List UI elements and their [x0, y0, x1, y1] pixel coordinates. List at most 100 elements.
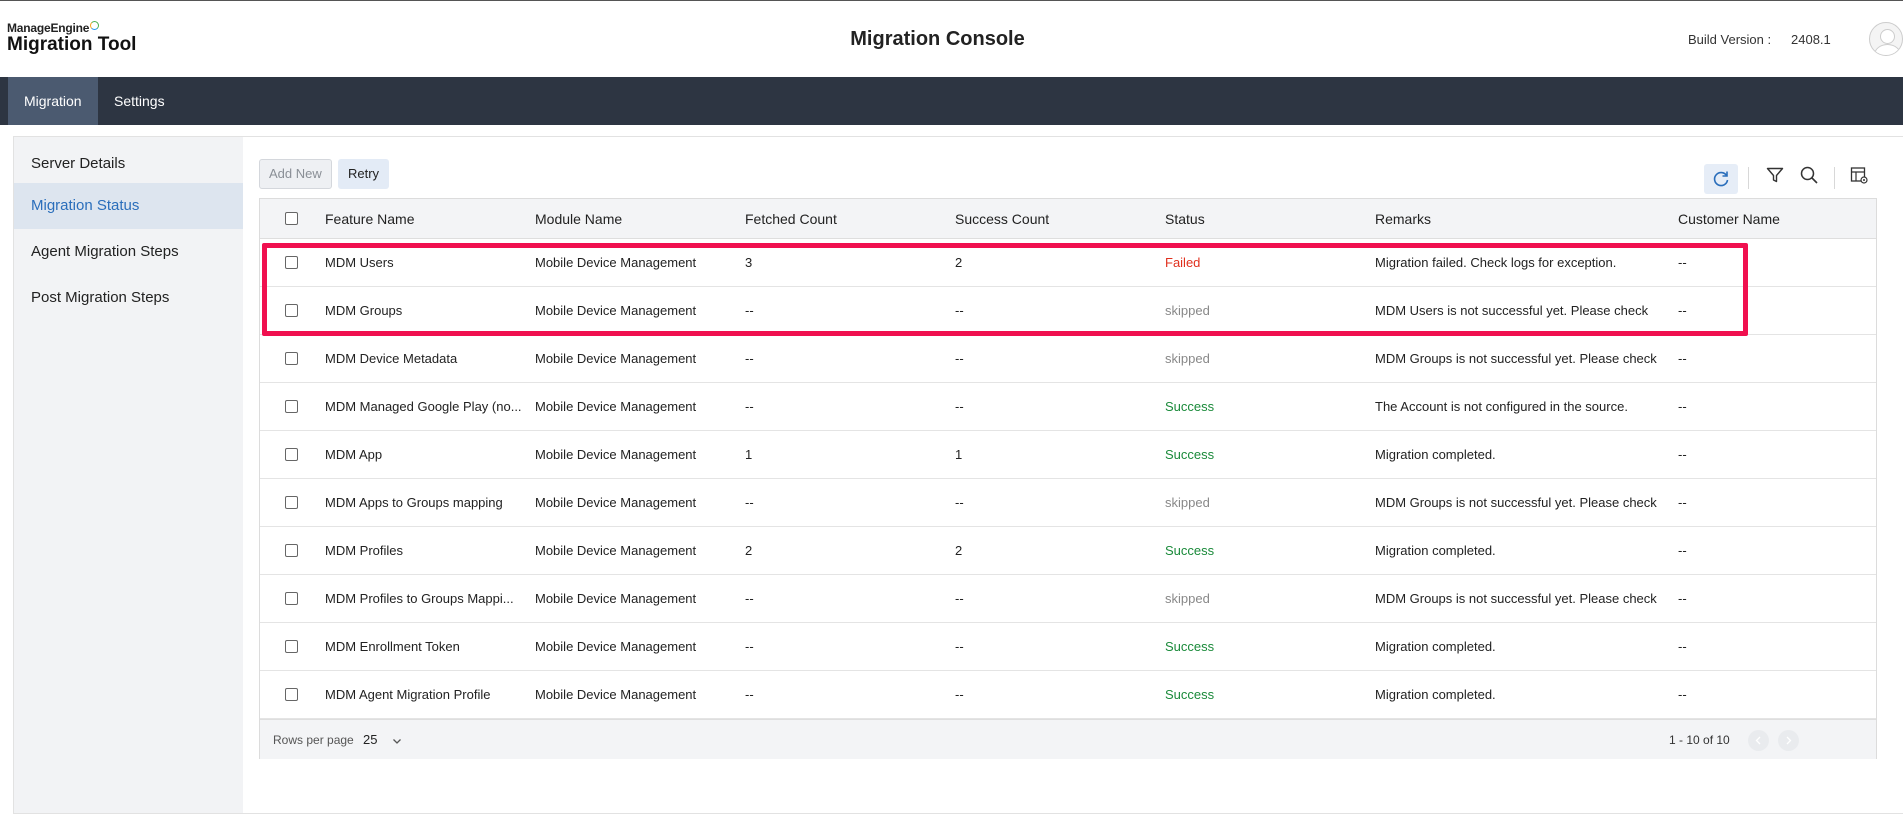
module-name-cell: Mobile Device Management: [535, 447, 697, 462]
status-cell: Success: [1165, 543, 1215, 558]
row-checkbox[interactable]: [285, 592, 298, 605]
row-checkbox[interactable]: [285, 400, 298, 413]
table-row[interactable]: MDM Agent Migration Profile Mobile Device…: [260, 671, 1876, 719]
tab-settings[interactable]: Settings: [98, 77, 181, 125]
column-header-fetched-count[interactable]: Fetched Count: [745, 199, 837, 239]
feature-name-cell: MDM Groups: [325, 303, 403, 318]
rows-per-page-label: Rows per page: [273, 733, 354, 747]
feature-name-cell: MDM Users: [325, 255, 394, 270]
refresh-icon: [1711, 169, 1731, 189]
table-row[interactable]: MDM Apps to Groups mapping Mobile Device …: [260, 479, 1876, 527]
refresh-button[interactable]: [1704, 164, 1738, 194]
customer-name-cell: --: [1678, 399, 1687, 414]
page-title: Migration Console: [850, 28, 1025, 50]
column-header-remarks[interactable]: Remarks: [1375, 199, 1431, 239]
status-cell: skipped: [1165, 495, 1210, 510]
feature-name-cell: MDM Managed Google Play (no...: [325, 399, 522, 414]
build-version-label: Build Version :: [1688, 32, 1772, 47]
fetched-count-cell: --: [745, 399, 754, 414]
table-row[interactable]: MDM Enrollment Token Mobile Device Manage…: [260, 623, 1876, 671]
chevron-left-icon: [1755, 736, 1761, 745]
column-header-customer-name[interactable]: Customer Name: [1678, 199, 1780, 239]
status-cell: skipped: [1165, 591, 1210, 606]
remarks-cell: MDM Groups is not successful yet. Please…: [1375, 351, 1657, 366]
feature-name-cell: MDM Agent Migration Profile: [325, 687, 491, 702]
row-checkbox[interactable]: [285, 304, 298, 317]
table-row[interactable]: MDM Device Metadata Mobile Device Managem…: [260, 335, 1876, 383]
customer-name-cell: --: [1678, 591, 1687, 606]
status-cell: Success: [1165, 447, 1215, 462]
select-all-checkbox[interactable]: [285, 212, 298, 225]
sidebar-item-post-migration-steps[interactable]: Post Migration Steps: [14, 275, 243, 321]
user-avatar[interactable]: [1869, 22, 1903, 56]
filter-icon[interactable]: [1765, 165, 1785, 185]
row-checkbox[interactable]: [285, 496, 298, 509]
customer-name-cell: --: [1678, 351, 1687, 366]
row-checkbox[interactable]: [285, 640, 298, 653]
main-nav: Migration Settings: [0, 77, 1903, 125]
module-name-cell: Mobile Device Management: [535, 399, 697, 414]
remarks-cell: Migration completed.: [1375, 639, 1496, 654]
success-count-cell: 2: [955, 543, 963, 558]
fetched-count-cell: 1: [745, 447, 753, 462]
module-name-cell: Mobile Device Management: [535, 543, 697, 558]
row-checkbox[interactable]: [285, 544, 298, 557]
sidebar: Server Details Migration Status Agent Mi…: [14, 137, 243, 813]
table-row[interactable]: MDM Profiles Mobile Device Management 2 2 Su…: [260, 527, 1876, 575]
module-name-cell: Mobile Device Management: [535, 495, 697, 510]
column-header-feature-name[interactable]: Feature Name: [325, 199, 414, 239]
sidebar-item-server-details[interactable]: Server Details: [14, 141, 243, 187]
remarks-cell: Migration failed. Check logs for excepti…: [1375, 255, 1617, 270]
retry-button[interactable]: Retry: [338, 159, 390, 189]
row-checkbox[interactable]: [285, 448, 298, 461]
status-cell: skipped: [1165, 351, 1210, 366]
search-icon[interactable]: [1799, 165, 1819, 185]
add-new-button[interactable]: Add New: [259, 159, 332, 189]
rows-per-page-select[interactable]: 25: [363, 720, 377, 760]
fetched-count-cell: --: [745, 303, 754, 318]
fetched-count-cell: --: [745, 495, 754, 510]
customer-name-cell: --: [1678, 447, 1687, 462]
table-row[interactable]: MDM Managed Google Play (no... Mobile Dev…: [260, 383, 1876, 431]
customer-name-cell: --: [1678, 543, 1687, 558]
module-name-cell: Mobile Device Management: [535, 255, 697, 270]
table-footer: Rows per page 25 1 - 10 of 10: [260, 719, 1876, 759]
sidebar-item-migration-status[interactable]: Migration Status: [14, 183, 243, 229]
module-name-cell: Mobile Device Management: [535, 639, 697, 654]
column-header-module-name[interactable]: Module Name: [535, 199, 622, 239]
feature-name-cell: MDM Profiles to Groups Mappi...: [325, 591, 514, 606]
remarks-cell: MDM Users is not successful yet. Please …: [1375, 303, 1649, 318]
customer-name-cell: --: [1678, 495, 1687, 510]
module-name-cell: Mobile Device Management: [535, 591, 697, 606]
status-cell: skipped: [1165, 303, 1210, 318]
module-name-cell: Mobile Device Management: [535, 687, 697, 702]
column-header-success-count[interactable]: Success Count: [955, 199, 1049, 239]
customer-name-cell: --: [1678, 639, 1687, 654]
column-settings-icon[interactable]: [1849, 165, 1869, 185]
remarks-cell: Migration completed.: [1375, 447, 1496, 462]
remarks-cell: Migration completed.: [1375, 687, 1496, 702]
row-checkbox[interactable]: [285, 256, 298, 269]
fetched-count-cell: --: [745, 639, 754, 654]
fetched-count-cell: 3: [745, 255, 753, 270]
next-page-button[interactable]: [1778, 730, 1799, 751]
status-cell: Failed: [1165, 255, 1201, 270]
sidebar-item-agent-migration-steps[interactable]: Agent Migration Steps: [14, 229, 243, 275]
remarks-cell: MDM Groups is not successful yet. Please…: [1375, 591, 1657, 606]
fetched-count-cell: --: [745, 687, 754, 702]
fetched-count-cell: --: [745, 591, 754, 606]
chevron-down-icon[interactable]: [391, 734, 403, 746]
table-row[interactable]: MDM Users Mobile Device Management 3 2 Faile…: [260, 239, 1876, 287]
row-checkbox[interactable]: [285, 688, 298, 701]
table-row[interactable]: MDM App Mobile Device Management 1 1 Success…: [260, 431, 1876, 479]
success-count-cell: --: [955, 495, 964, 510]
table-row[interactable]: MDM Profiles to Groups Mappi... Mobile De…: [260, 575, 1876, 623]
tab-migration[interactable]: Migration: [8, 77, 98, 125]
remarks-cell: MDM Groups is not successful yet. Please…: [1375, 495, 1657, 510]
row-checkbox[interactable]: [285, 352, 298, 365]
customer-name-cell: --: [1678, 687, 1687, 702]
column-header-status[interactable]: Status: [1165, 199, 1205, 239]
previous-page-button[interactable]: [1748, 730, 1769, 751]
table-row[interactable]: MDM Groups Mobile Device Management -- -- sk…: [260, 287, 1876, 335]
feature-name-cell: MDM Enrollment Token: [325, 639, 460, 654]
